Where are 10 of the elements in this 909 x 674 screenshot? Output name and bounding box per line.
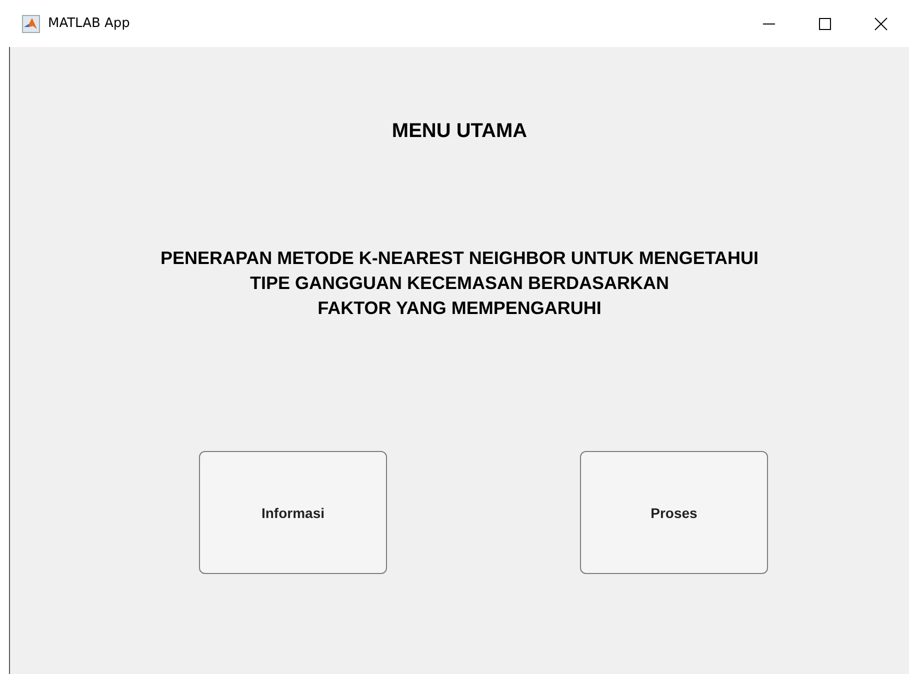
subtitle-line: PENERAPAN METODE K-NEAREST NEIGHBOR UNTUK MENGETAHUI [160, 247, 759, 270]
close-icon[interactable] [874, 16, 888, 30]
subtitle-line: TIPE GANGGUAN KECEMASAN BERDASARKAN [250, 272, 670, 295]
menu-button[interactable]: Proses [580, 451, 768, 574]
maximize-icon[interactable] [818, 16, 832, 30]
menu-heading: MENU UTAMA [392, 120, 528, 143]
window-title: MATLAB App [48, 16, 130, 31]
subtitle-line: FAKTOR YANG MEMPENGARUHI [318, 297, 602, 320]
app-icon [22, 14, 40, 32]
menu-button[interactable]: Informasi [199, 451, 387, 574]
